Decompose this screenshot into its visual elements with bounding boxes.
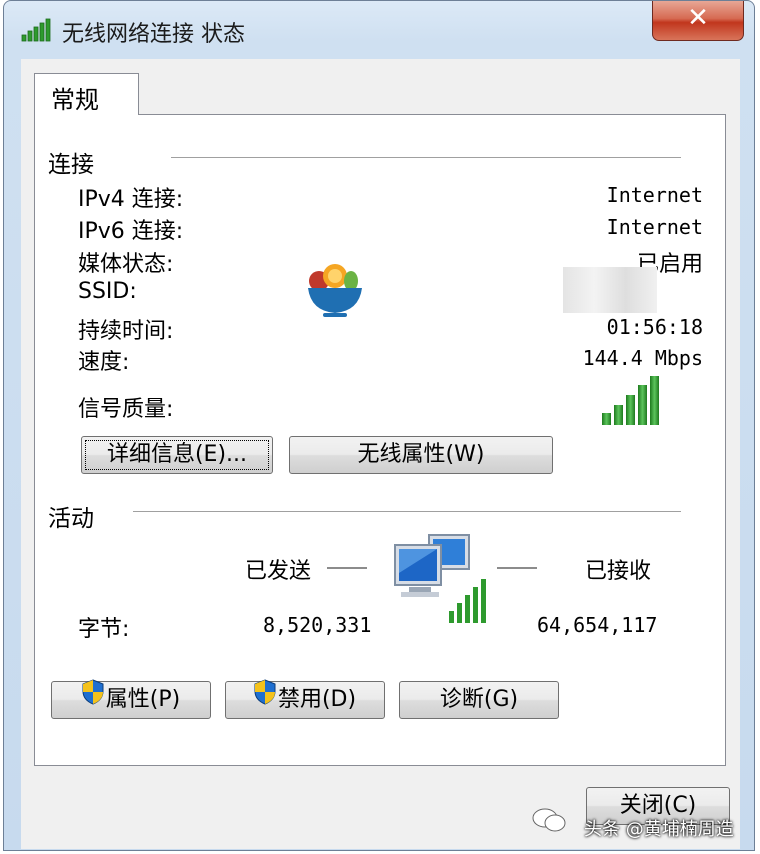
- wechat-icon: [532, 807, 566, 837]
- wireless-properties-button[interactable]: 无线属性(W): [289, 436, 553, 474]
- connection-heading: 连接: [48, 152, 94, 178]
- bytes-label: 字节:: [78, 617, 130, 642]
- connection-separator: [171, 157, 681, 159]
- tab-panel: 连接 IPv4 连接: Internet IPv6 连接: Internet 媒…: [34, 114, 726, 766]
- uac-shield-icon: [254, 679, 276, 717]
- signal-icon: [21, 17, 53, 47]
- ipv4-label: IPv4 连接:: [78, 187, 184, 212]
- duration-value: 01:56:18: [606, 315, 703, 339]
- ssid-value-obscured: [563, 267, 657, 313]
- dialog-client-area: 常规 连接 IPv4 连接: Internet IPv6 连接: Interne…: [21, 59, 740, 849]
- window-title: 无线网络连接 状态: [62, 22, 245, 47]
- network-computers-icon: [391, 529, 489, 629]
- duration-label: 持续时间:: [78, 319, 174, 344]
- disable-button[interactable]: 禁用(D): [225, 679, 385, 719]
- diagnose-button[interactable]: 诊断(G): [399, 681, 559, 719]
- properties-button[interactable]: 属性(P): [51, 679, 211, 719]
- sent-label: 已发送: [245, 559, 312, 584]
- activity-separator: [133, 511, 681, 513]
- speed-value: 144.4 Mbps: [582, 346, 703, 370]
- ipv4-value: Internet: [606, 183, 703, 207]
- speed-label: 速度:: [78, 350, 130, 375]
- bytes-sent-value: 8,520,331: [263, 613, 372, 637]
- properties-button-label: 属性(P): [105, 687, 181, 712]
- bytes-received-value: 64,654,117: [537, 613, 658, 637]
- media-state-label: 媒体状态:: [78, 252, 174, 277]
- signal-strength-icon: [601, 375, 661, 431]
- signal-quality-label: 信号质量:: [78, 397, 174, 422]
- details-button[interactable]: 详细信息(E)...: [81, 436, 273, 474]
- dialog-window: 无线网络连接 状态 ✕ 常规 连接 IPv4 连接: Internet IPv6…: [3, 0, 755, 851]
- ipv6-label: IPv6 连接:: [78, 219, 184, 244]
- sent-line: [327, 567, 367, 569]
- received-label: 已接收: [585, 559, 652, 584]
- uac-shield-icon: [82, 679, 104, 717]
- activity-heading: 活动: [48, 506, 94, 532]
- fruit-bowl-logo: [305, 259, 367, 325]
- tab-general[interactable]: 常规: [34, 73, 139, 115]
- watermark-text: 头条 @黄埔楠周造: [584, 819, 734, 840]
- ipv6-value: Internet: [606, 215, 703, 239]
- received-line: [497, 567, 537, 569]
- tab-general-label: 常规: [51, 86, 99, 114]
- close-icon: ✕: [687, 3, 709, 33]
- ssid-label: SSID:: [78, 279, 137, 304]
- close-window-button[interactable]: ✕: [652, 1, 744, 41]
- disable-button-label: 禁用(D): [277, 687, 357, 712]
